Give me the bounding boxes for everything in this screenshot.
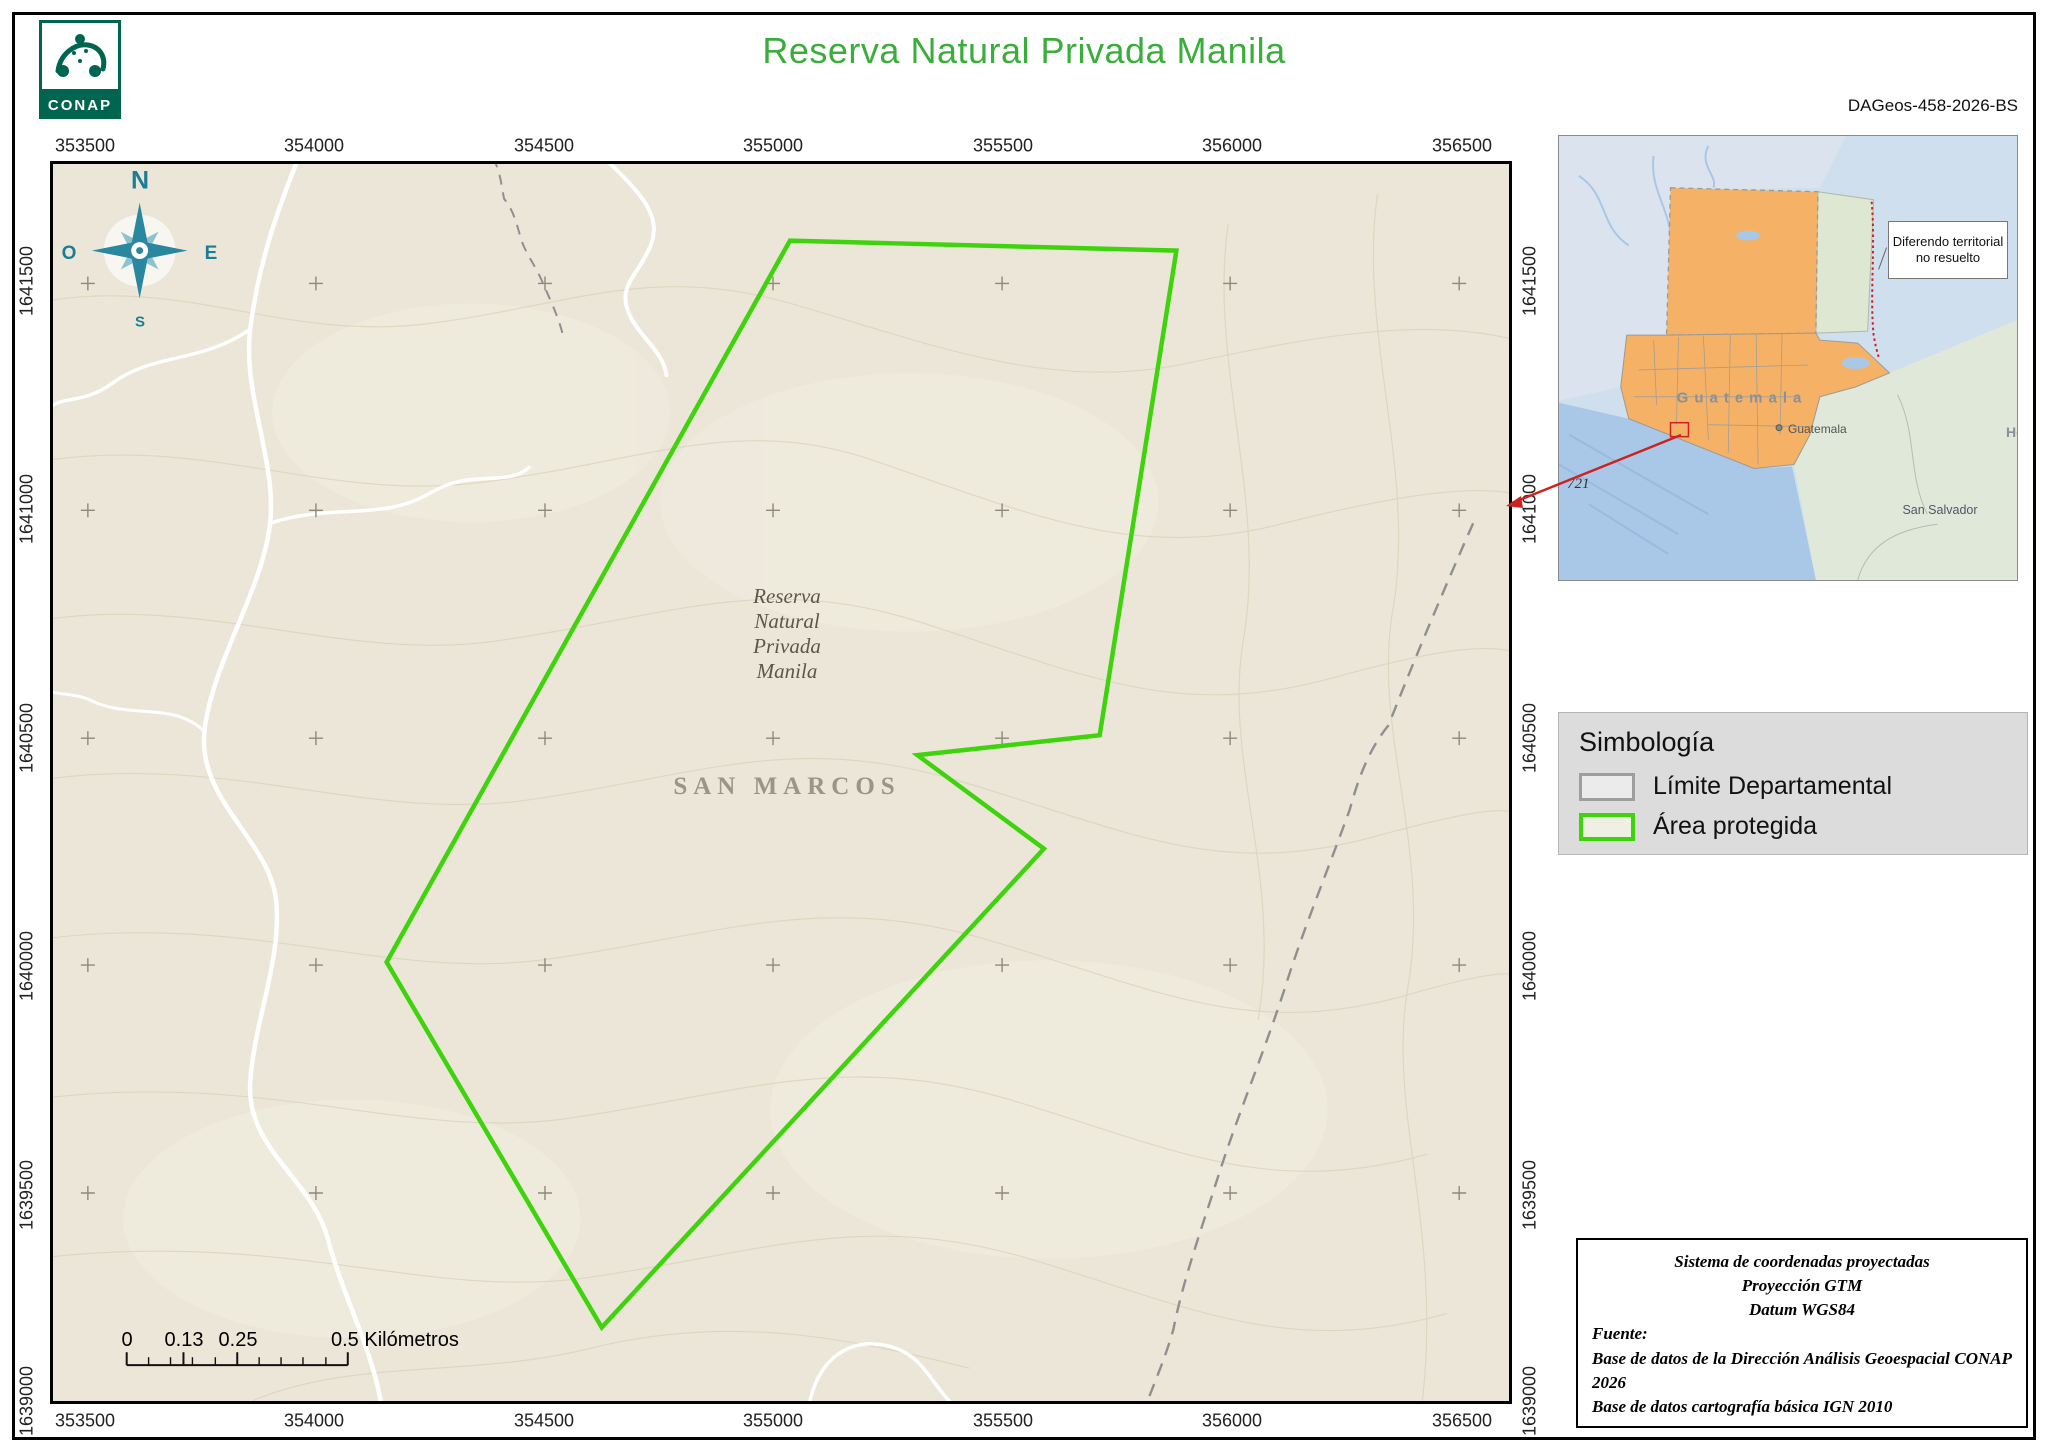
- grid-coordinate-left: 1640000: [16, 930, 37, 1002]
- department-name-label: SAN MARCOS: [673, 773, 901, 800]
- grid-coordinate-left: 1639500: [16, 1159, 37, 1231]
- scale-tick-label: 0: [121, 1329, 133, 1351]
- location-inset-map: Diferendo territorial no resuelto Guatem…: [1558, 135, 2018, 581]
- legend-item-protected-area: Área protegida: [1579, 812, 2007, 841]
- reserve-name-line: Privada: [753, 634, 821, 658]
- reserve-name-line: Reserva: [753, 584, 821, 608]
- grid-coordinate-right: 1639000: [1519, 1365, 1540, 1437]
- inset-capital-label: Guatemala: [1788, 422, 1847, 436]
- grid-coordinate-left: 1640500: [16, 702, 37, 774]
- credits-source-heading: Fuente:: [1592, 1324, 1648, 1344]
- legend-item-departmental-boundary: Límite Departamental: [1579, 772, 2007, 801]
- grid-coordinate-right: 1639500: [1519, 1159, 1540, 1231]
- grid-coordinate-left: 1639000: [16, 1365, 37, 1437]
- departmental-boundary-swatch: [1579, 772, 1635, 801]
- reserve-name-line: Natural: [754, 609, 820, 633]
- main-map: N O E S Reserva Natural Privada Manila S…: [50, 161, 1512, 1404]
- legend: Simbología Límite Departamental Área pro…: [1558, 712, 2028, 855]
- capital-city-dot: [1775, 424, 1783, 432]
- grid-coordinate-top: 355500: [972, 135, 1034, 156]
- compass-south-label: S: [134, 313, 146, 331]
- conap-logo-emblem: [39, 20, 121, 92]
- grid-coordinate-bottom: 356000: [1201, 1410, 1263, 1431]
- protected-area-swatch: [1579, 812, 1635, 841]
- credits-projection: Proyección GTM: [1741, 1276, 1863, 1296]
- scale-tick-label: 0.13: [164, 1329, 204, 1351]
- grid-coordinate-right: 1641000: [1519, 473, 1540, 545]
- grid-coordinate-left: 1641500: [16, 245, 37, 317]
- inset-ref-number: 721: [1567, 476, 1590, 492]
- grid-coordinate-right: 1641500: [1519, 245, 1540, 317]
- grid-coordinate-bottom: 355500: [972, 1410, 1034, 1431]
- conap-logo: CONAP: [39, 20, 121, 120]
- inset-honduras-label: Ho: [2006, 424, 2017, 440]
- grid-coordinate-bottom: 353500: [54, 1410, 116, 1431]
- grid-coordinate-top: 355000: [742, 135, 804, 156]
- grid-coordinate-bottom: 356500: [1431, 1410, 1493, 1431]
- grid-coordinate-top: 354000: [283, 135, 345, 156]
- grid-coordinate-top: 356500: [1431, 135, 1493, 156]
- compass-west-label: O: [61, 243, 77, 264]
- grid-coordinate-top: 354500: [513, 135, 575, 156]
- credits-coordinate-system: Sistema de coordenadas proyectadas: [1674, 1252, 1930, 1271]
- peten-shape: [1665, 187, 1819, 336]
- grid-coordinate-right: 1640500: [1519, 702, 1540, 774]
- grid-coordinate-top: 356000: [1201, 135, 1263, 156]
- inset-san-salvador-label: San Salvador: [1902, 503, 1978, 517]
- credits-source-2: Base de datos cartografía básica IGN 201…: [1592, 1396, 1893, 1416]
- compass-east-label: E: [204, 243, 218, 264]
- inset-country-label: Guatemala: [1676, 389, 1808, 407]
- legend-item-label: Límite Departamental: [1653, 772, 1893, 800]
- grid-coordinate-top: 353500: [54, 135, 116, 156]
- document-id: DAGeos-458-2026-BS: [1847, 96, 2018, 115]
- territorial-dispute-callout: Diferendo territorial no resuelto: [1888, 221, 2008, 279]
- credits-source-1: Base de datos de la Dirección Análisis G…: [1592, 1348, 2012, 1392]
- credits-datum: Datum WGS84: [1749, 1300, 1855, 1320]
- legend-title: Simbología: [1579, 727, 1715, 757]
- grid-coordinate-bottom: 354000: [283, 1410, 345, 1431]
- jaguar-icon: [55, 34, 107, 77]
- page-title: Reserva Natural Privada Manila: [762, 30, 1286, 71]
- belize-shape: [1815, 191, 1875, 334]
- scale-unit-label: 0.5 Kilómetros: [331, 1329, 459, 1351]
- grid-coordinate-right: 1640000: [1519, 930, 1540, 1002]
- grid-coordinate-left: 1641000: [16, 473, 37, 545]
- conap-logo-text: CONAP: [39, 92, 121, 119]
- map-credits: Sistema de coordenadas proyectadas Proye…: [1576, 1238, 2028, 1428]
- legend-item-label: Área protegida: [1653, 812, 1818, 840]
- reserve-name-line: Manila: [756, 659, 818, 683]
- grid-coordinate-bottom: 355000: [742, 1410, 804, 1431]
- grid-coordinate-bottom: 354500: [513, 1410, 575, 1431]
- scale-tick-label: 0.25: [218, 1329, 258, 1351]
- compass-north-label: N: [130, 166, 150, 195]
- protected-area-name-label: Reserva Natural Privada Manila: [753, 584, 821, 684]
